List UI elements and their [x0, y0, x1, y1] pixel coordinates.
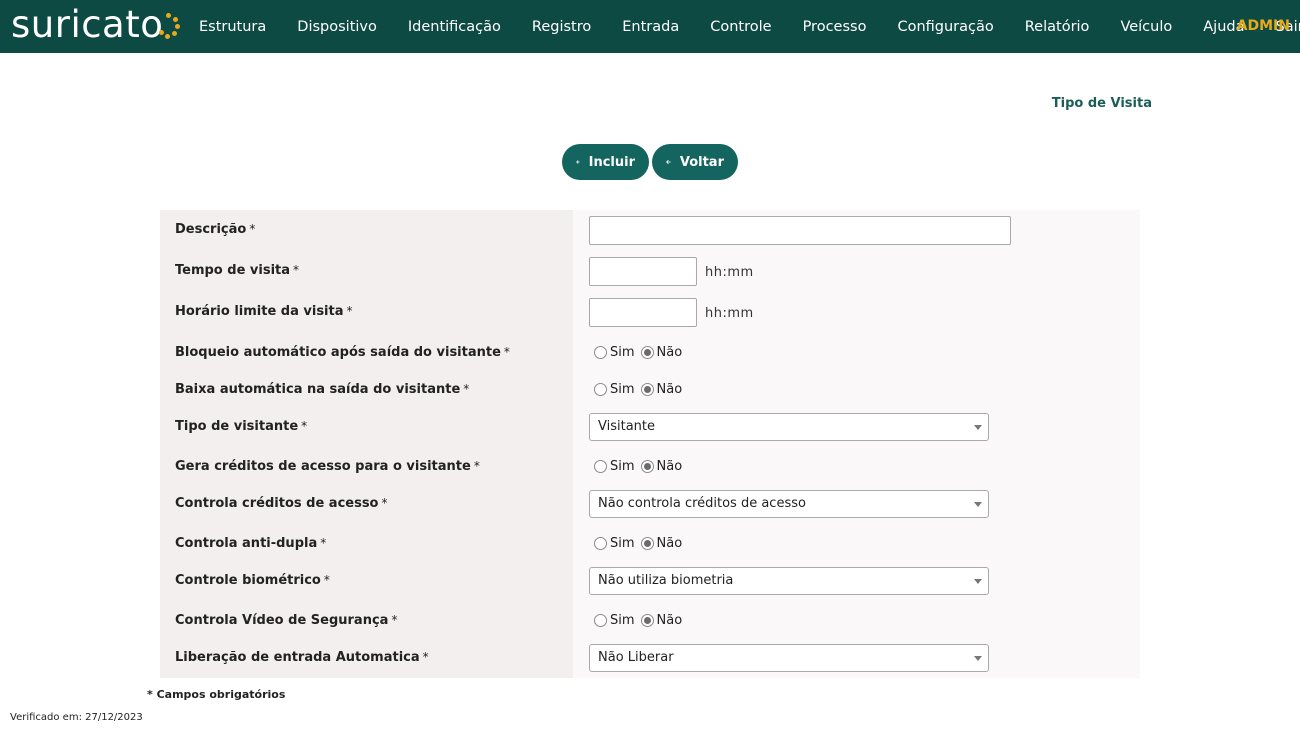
gera-creditos-radio-group: Sim Não: [594, 459, 688, 474]
nao-label: Não: [656, 382, 683, 397]
menu-entrada[interactable]: Entrada: [622, 19, 679, 35]
horario-limite-format: hh:mm: [705, 306, 754, 321]
top-navigation-bar: suricato Estrutura Dispositivo Identific…: [0, 0, 1300, 53]
controla-creditos-value: Não controla créditos de acesso: [598, 496, 806, 511]
labels-column: [160, 210, 573, 678]
baixa-automatica-sim-radio[interactable]: [594, 383, 607, 396]
main-menu: Estrutura Dispositivo Identificação Regi…: [199, 0, 1300, 53]
anti-dupla-sim-radio[interactable]: [594, 537, 607, 550]
menu-veiculo[interactable]: Veículo: [1120, 19, 1172, 35]
sim-label: Sim: [610, 613, 635, 628]
controla-creditos-select[interactable]: Não controla créditos de acesso: [589, 490, 989, 518]
menu-controle[interactable]: Controle: [710, 19, 771, 35]
nao-label: Não: [656, 459, 683, 474]
biometrico-select[interactable]: Não utiliza biometria: [589, 567, 989, 595]
gera-creditos-nao-radio[interactable]: [640, 460, 654, 473]
user-name[interactable]: ADMIN: [1237, 18, 1290, 34]
biometrico-label: Controle biométrico *: [175, 573, 330, 588]
tipo-visita-form: Descrição * Tempo de visita * hh:mm Horári…: [160, 210, 1140, 678]
horario-limite-label: Horário limite da visita *: [175, 304, 353, 319]
menu-processo[interactable]: Processo: [803, 19, 867, 35]
sim-label: Sim: [610, 536, 635, 551]
descricao-input[interactable]: [589, 216, 1011, 245]
tipo-visitante-label: Tipo de visitante *: [175, 419, 308, 434]
horario-limite-input[interactable]: [589, 298, 697, 327]
nao-label: Não: [656, 536, 683, 551]
menu-identificacao[interactable]: Identificação: [408, 19, 501, 35]
tempo-visita-format: hh:mm: [705, 265, 754, 280]
anti-dupla-label: Controla anti-dupla *: [175, 536, 327, 551]
dropdown-arrow-icon: [974, 502, 982, 507]
controla-creditos-label: Controla créditos de acesso *: [175, 496, 388, 511]
baixa-automatica-label: Baixa automática na saída do visitante *: [175, 382, 470, 397]
gera-creditos-label: Gera créditos de acesso para o visitante…: [175, 459, 480, 474]
sim-label: Sim: [610, 382, 635, 397]
anti-dupla-nao-radio[interactable]: [640, 537, 654, 550]
tipo-visitante-select[interactable]: Visitante: [589, 413, 989, 441]
baixa-automatica-radio-group: Sim Não: [594, 382, 688, 397]
gera-creditos-sim-radio[interactable]: [594, 460, 607, 473]
bloqueio-automatico-nao-radio[interactable]: [640, 346, 654, 359]
baixa-automatica-nao-radio[interactable]: [640, 383, 654, 396]
page-title: Tipo de Visita: [1051, 96, 1152, 111]
voltar-button[interactable]: Voltar: [652, 144, 738, 180]
incluir-label: Incluir: [588, 154, 635, 170]
nao-label: Não: [656, 345, 683, 360]
video-seguranca-nao-radio[interactable]: [640, 614, 654, 627]
suricato-logo[interactable]: suricato: [11, 3, 181, 47]
logo-dots-icon: [157, 13, 181, 39]
liberacao-entrada-select[interactable]: Não Liberar: [589, 644, 989, 672]
menu-registro[interactable]: Registro: [532, 19, 591, 35]
verified-date: Verificado em: 27/12/2023: [10, 712, 143, 723]
arrow-left-icon: [666, 159, 671, 165]
menu-configuracao[interactable]: Configuração: [897, 19, 993, 35]
bloqueio-automatico-radio-group: Sim Não: [594, 345, 688, 360]
incluir-button[interactable]: Incluir: [562, 144, 649, 180]
video-seguranca-radio-group: Sim Não: [594, 613, 688, 628]
anti-dupla-radio-group: Sim Não: [594, 536, 688, 551]
bloqueio-automatico-label: Bloqueio automático após saída do visita…: [175, 345, 510, 360]
plus-icon: [576, 160, 580, 164]
dropdown-arrow-icon: [974, 579, 982, 584]
liberacao-entrada-label: Liberação de entrada Automatica *: [175, 650, 429, 665]
menu-dispositivo[interactable]: Dispositivo: [297, 19, 377, 35]
tempo-visita-label: Tempo de visita *: [175, 263, 300, 278]
tempo-visita-input[interactable]: [589, 257, 697, 286]
voltar-label: Voltar: [679, 154, 724, 170]
sim-label: Sim: [610, 345, 635, 360]
required-fields-note: * Campos obrigatórios: [147, 688, 286, 701]
dropdown-arrow-icon: [974, 656, 982, 661]
nao-label: Não: [656, 613, 683, 628]
video-seguranca-label: Controla Vídeo de Segurança *: [175, 613, 398, 628]
sim-label: Sim: [610, 459, 635, 474]
menu-relatorio[interactable]: Relatório: [1025, 19, 1090, 35]
biometrico-value: Não utiliza biometria: [598, 573, 734, 588]
dropdown-arrow-icon: [974, 425, 982, 430]
bloqueio-automatico-sim-radio[interactable]: [594, 346, 607, 359]
descricao-label: Descrição *: [175, 222, 256, 237]
liberacao-entrada-value: Não Liberar: [598, 650, 674, 665]
logo-text: suricato: [11, 3, 164, 46]
menu-estrutura[interactable]: Estrutura: [199, 19, 266, 35]
video-seguranca-sim-radio[interactable]: [594, 614, 607, 627]
tipo-visitante-value: Visitante: [598, 419, 656, 434]
